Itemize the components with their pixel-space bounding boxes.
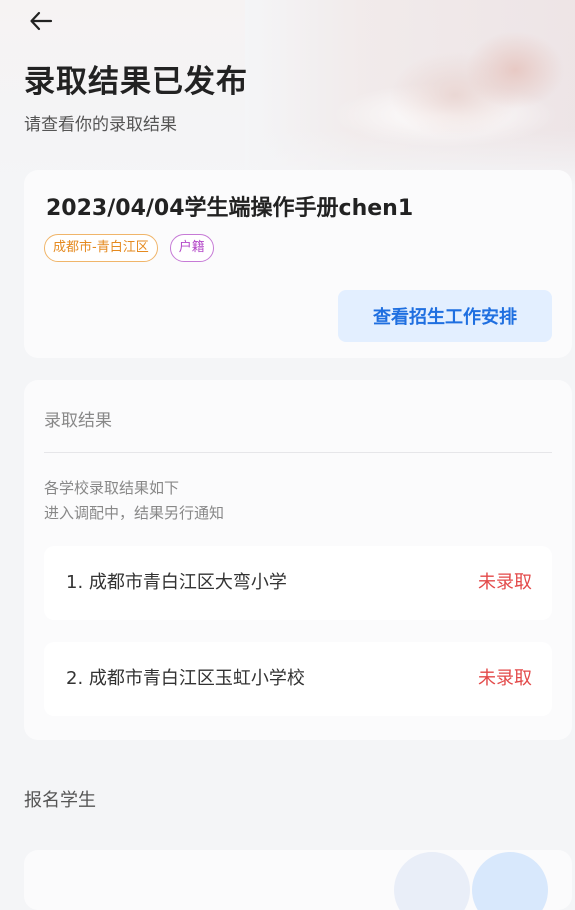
result-heading: 录取结果	[44, 411, 112, 431]
arrow-left-icon	[30, 11, 53, 31]
school-name: 2. 成都市青白江区玉虹小学校	[66, 668, 305, 689]
view-schedule-button[interactable]: 查看招生工作安排	[338, 290, 552, 342]
region-tag: 成都市-青白江区	[44, 234, 158, 262]
household-tag: 户籍	[169, 234, 214, 262]
admission-status: 未录取	[478, 572, 532, 593]
school-row[interactable]: 1. 成都市青白江区大弯小学 未录取	[44, 546, 552, 620]
result-desc-line1: 各学校录取结果如下	[44, 479, 180, 497]
decorative-circle	[472, 852, 548, 910]
tag-list: 成都市-青白江区 户籍	[44, 234, 214, 262]
student-card[interactable]	[24, 850, 572, 910]
admission-result-card: 录取结果 各学校录取结果如下 进入调配中，结果另行通知 1. 成都市青白江区大弯…	[24, 380, 572, 740]
application-info-card: 2023/04/04学生端操作手册chen1 成都市-青白江区 户籍 查看招生工…	[24, 170, 572, 358]
result-description: 各学校录取结果如下 进入调配中，结果另行通知	[44, 476, 224, 526]
decorative-circle	[394, 852, 470, 910]
divider	[44, 452, 552, 453]
result-desc-line2: 进入调配中，结果另行通知	[44, 504, 225, 522]
page-subtitle: 请查看你的录取结果	[24, 115, 177, 135]
students-section-label: 报名学生	[24, 790, 96, 811]
page-title: 录取结果已发布	[24, 64, 248, 100]
admission-status: 未录取	[478, 668, 532, 689]
application-title: 2023/04/04学生端操作手册chen1	[46, 196, 414, 221]
back-button[interactable]	[26, 6, 56, 36]
school-name: 1. 成都市青白江区大弯小学	[66, 572, 287, 593]
school-row[interactable]: 2. 成都市青白江区玉虹小学校 未录取	[44, 642, 552, 716]
